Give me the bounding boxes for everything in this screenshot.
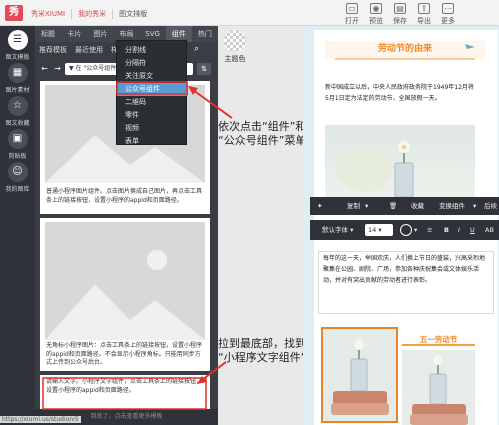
component-toolbar: ✦ 复制 ▾ 🗑 收藏 变换组件 ▾ 后续	[310, 197, 499, 215]
color-picker-icon[interactable]	[400, 224, 412, 236]
font-select[interactable]: 默认字体 ▾	[322, 220, 353, 240]
flower-vase-image	[323, 329, 396, 421]
article-caption: 五一劳动节	[402, 333, 475, 346]
article-photo-small[interactable]	[321, 327, 398, 423]
copy-button[interactable]: 复制	[347, 197, 360, 215]
flower-vase-image	[402, 350, 475, 425]
pin-icon[interactable]: ✦	[317, 197, 322, 215]
flower-vase-image	[325, 125, 475, 201]
chevron-down-icon[interactable]: ▾	[414, 220, 417, 240]
article-paragraph-2[interactable]: 每年的这一天，举国欢庆，人们换上节日的盛装，兴高采烈地聚集在公园、剧院、广场，参…	[323, 253, 489, 286]
trash-icon[interactable]: 🗑	[389, 197, 397, 215]
status-url: https://xiumi.us/studio/v5	[0, 416, 81, 423]
article-photo[interactable]	[325, 125, 475, 201]
article-title: 劳动节的由来	[377, 44, 432, 54]
bold-icon[interactable]: B	[444, 220, 449, 240]
font-size-value: 14	[368, 226, 377, 234]
annotation-step1: 依次点击“组件”和 “公众号组件”菜单	[218, 120, 306, 148]
text-case-icon[interactable]: AB	[485, 220, 494, 240]
align-icon[interactable]: ≡	[427, 220, 432, 240]
transform-button[interactable]: 变换组件	[439, 197, 465, 215]
annotation-line: “公众号组件”菜单	[218, 134, 307, 147]
annotation-line: 依次点击“组件”和	[218, 120, 307, 133]
annotation-line: “小程序文字组件”	[218, 351, 307, 364]
next-button[interactable]: 后续	[484, 197, 497, 215]
favorite-button[interactable]: 收藏	[411, 197, 424, 215]
underline-icon[interactable]: U	[470, 220, 475, 240]
format-toolbar: 默认字体 ▾ 14 ▾ ▾ ≡ B I U AB	[310, 220, 499, 240]
chevron-down-icon[interactable]: ▾	[473, 197, 476, 215]
article-paragraph-1[interactable]: 新中国成立以后，中央人民政府政务院于1949年12月将5月1日定为法定的劳动节，…	[325, 82, 475, 104]
font-size-input[interactable]: 14 ▾	[365, 224, 393, 236]
font-label: 默认字体	[322, 226, 348, 234]
annotation-step2: 拉到最底部，找到 “小程序文字组件”	[218, 337, 306, 365]
chevron-down-icon[interactable]: ▾	[365, 197, 368, 215]
article-photo-right[interactable]	[402, 350, 475, 425]
italic-icon[interactable]: I	[458, 220, 460, 240]
annotation-line: 拉到最底部，找到	[218, 337, 306, 350]
